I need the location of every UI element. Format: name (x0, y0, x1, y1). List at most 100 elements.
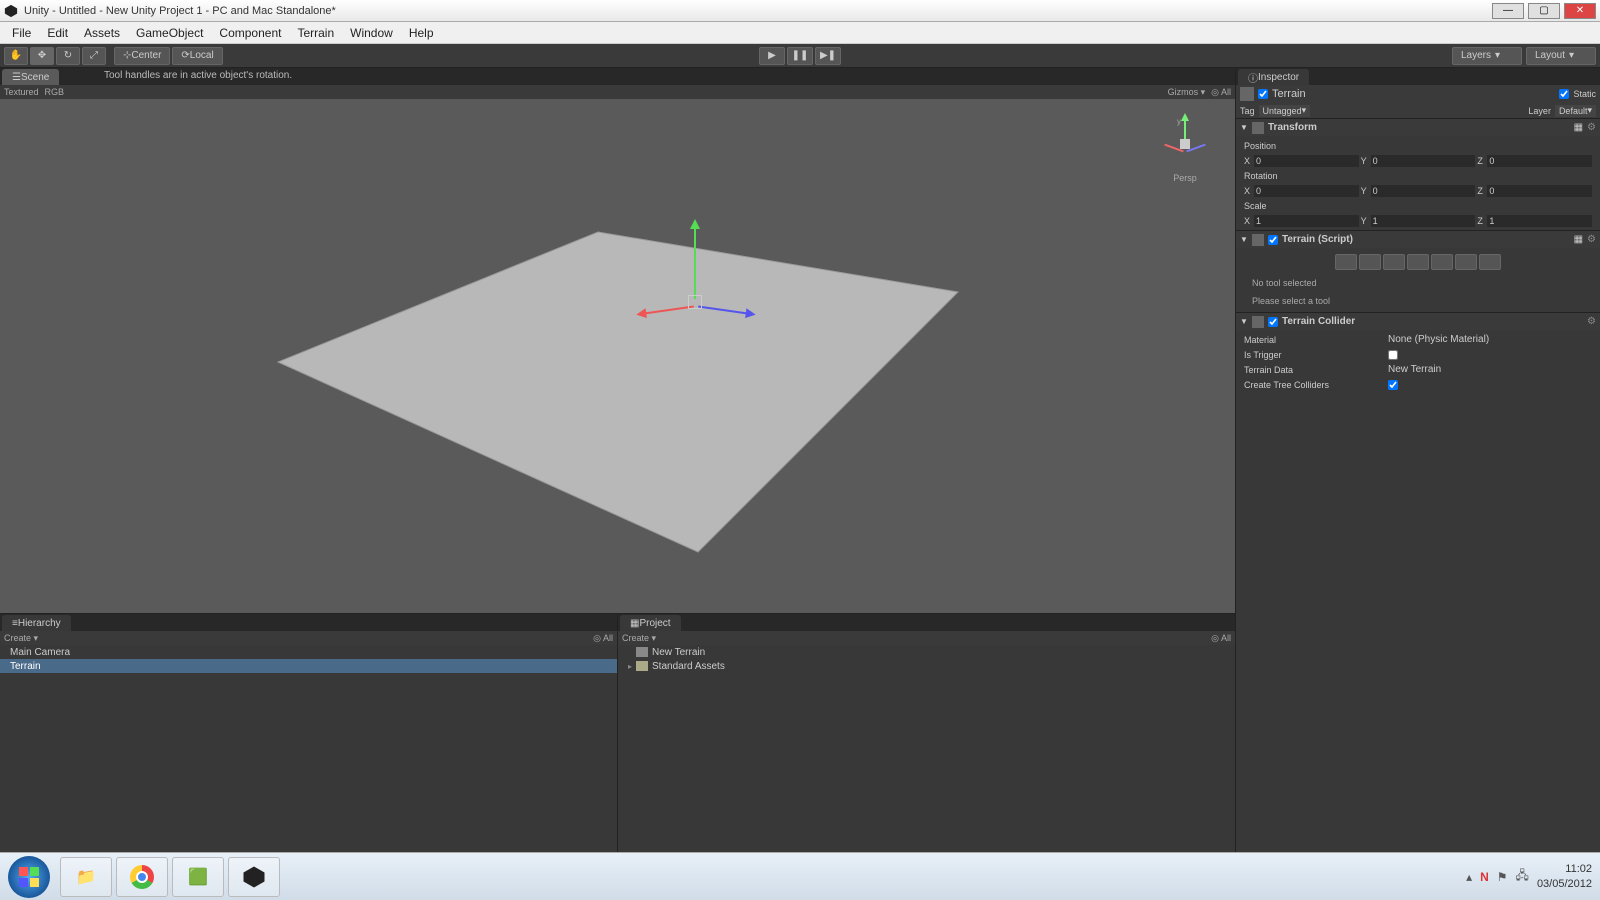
scale-label: Scale (1244, 201, 1324, 211)
scale-x[interactable]: 1 (1254, 215, 1359, 227)
menu-component[interactable]: Component (211, 26, 289, 40)
minimize-button[interactable]: — (1492, 3, 1524, 19)
position-label: Position (1244, 141, 1324, 151)
position-x[interactable]: 0 (1254, 155, 1359, 167)
project-search[interactable]: ◎ All (1211, 633, 1231, 644)
scale-z[interactable]: 1 (1487, 215, 1592, 227)
projection-label[interactable]: Persp (1173, 173, 1197, 183)
scale-tool[interactable]: ⤢ (82, 47, 106, 65)
taskbar-unity[interactable] (228, 857, 280, 897)
taskbar-chrome[interactable] (116, 857, 168, 897)
tray-flag-icon[interactable]: ⚑ (1497, 870, 1508, 884)
position-y[interactable]: 0 (1371, 155, 1476, 167)
create-tree-colliders-label: Create Tree Colliders (1244, 380, 1384, 390)
step-button[interactable]: ▶❚ (815, 47, 841, 65)
rotation-x[interactable]: 0 (1254, 185, 1359, 197)
pivot-local-toggle[interactable]: ⟳ Local (172, 47, 222, 65)
project-create[interactable]: Create ▾ (622, 633, 656, 644)
terrain-smooth-tool[interactable] (1383, 254, 1405, 270)
terrain-collider-icon (1252, 316, 1264, 328)
rotation-y[interactable]: 0 (1371, 185, 1476, 197)
transform-header[interactable]: ▼ Transform ▦ ⚙ (1236, 119, 1600, 136)
hierarchy-create[interactable]: Create ▾ (4, 633, 38, 644)
close-button[interactable]: ✕ (1564, 3, 1596, 19)
no-tool-label: No tool selected (1244, 274, 1592, 292)
layers-dropdown[interactable]: Layers ▾ (1452, 47, 1522, 65)
transform-component: ▼ Transform ▦ ⚙ Position X0 Y0 Z0 (1236, 118, 1600, 230)
gizmo-center[interactable] (688, 295, 702, 309)
terrain-paint-texture-tool[interactable] (1407, 254, 1429, 270)
menu-assets[interactable]: Assets (76, 26, 128, 40)
tray-network-icon[interactable]: 🖧 (1516, 866, 1529, 887)
scene-viewport[interactable]: y Persp (0, 99, 1235, 613)
play-button[interactable]: ▶ (759, 47, 785, 65)
terrain-trees-tool[interactable] (1431, 254, 1453, 270)
gizmos-dropdown[interactable]: Gizmos ▾ (1168, 87, 1206, 98)
scene-tab[interactable]: ☰ Scene (2, 69, 59, 85)
component-menu-icon[interactable]: ⚙ (1587, 316, 1596, 327)
hierarchy-item-terrain[interactable]: Terrain (0, 659, 617, 673)
gameobject-icon (1240, 87, 1254, 101)
project-item-new-terrain[interactable]: New Terrain (618, 645, 1235, 659)
hierarchy-tab[interactable]: ≡ Hierarchy (2, 615, 71, 631)
taskbar-explorer[interactable]: 📁 (60, 857, 112, 897)
scale-y[interactable]: 1 (1371, 215, 1476, 227)
terrain-paint-height-tool[interactable] (1359, 254, 1381, 270)
menu-gameobject[interactable]: GameObject (128, 26, 211, 40)
terrain-raise-tool[interactable] (1335, 254, 1357, 270)
terrain-details-tool[interactable] (1455, 254, 1477, 270)
tray-expand-icon[interactable]: ▴ (1466, 870, 1472, 884)
layer-dropdown[interactable]: Default ▾ (1555, 105, 1596, 117)
tooltip-hint: Tool handles are in active object's rota… (104, 70, 292, 81)
viewport-orientation-gizmo[interactable]: y Persp (1155, 119, 1215, 199)
terrain-collider-enabled[interactable] (1268, 317, 1278, 327)
move-tool[interactable]: ✥ (30, 47, 54, 65)
rotate-tool[interactable]: ↻ (56, 47, 80, 65)
is-trigger-checkbox[interactable] (1388, 350, 1398, 360)
hierarchy-search[interactable]: ◎ All (593, 633, 613, 644)
component-menu-icon[interactable]: ⚙ (1587, 234, 1596, 245)
hierarchy-item-main-camera[interactable]: Main Camera (0, 645, 617, 659)
menu-help[interactable]: Help (401, 26, 442, 40)
start-button[interactable] (8, 856, 50, 898)
terrain-data-value[interactable]: New Terrain (1388, 364, 1592, 375)
taskbar-app[interactable]: 🟩 (172, 857, 224, 897)
component-help-icon[interactable]: ▦ (1574, 234, 1583, 245)
terrain-settings-tool[interactable] (1479, 254, 1501, 270)
pause-button[interactable]: ❚❚ (787, 47, 813, 65)
menu-terrain[interactable]: Terrain (289, 26, 342, 40)
component-menu-icon[interactable]: ⚙ (1587, 122, 1596, 133)
terrain-collider-header[interactable]: ▼ Terrain Collider ⚙ (1236, 313, 1600, 330)
menu-window[interactable]: Window (342, 26, 401, 40)
static-checkbox[interactable] (1559, 89, 1569, 99)
project-tab[interactable]: ▦ Project (620, 615, 681, 631)
terrain-script-enabled[interactable] (1268, 235, 1278, 245)
system-clock[interactable]: 11:02 03/05/2012 (1537, 862, 1592, 891)
menu-file[interactable]: File (4, 26, 39, 40)
layout-dropdown[interactable]: Layout ▾ (1526, 47, 1596, 65)
gameobject-name[interactable]: Terrain (1272, 88, 1555, 100)
terrain-script-component: ▼ Terrain (Script) ▦ ⚙ (1236, 230, 1600, 312)
please-select-label: Please select a tool (1244, 292, 1592, 310)
search-all[interactable]: ◎ All (1211, 87, 1231, 98)
gameobject-enabled-checkbox[interactable] (1258, 89, 1268, 99)
tray-n-icon[interactable]: N (1480, 870, 1489, 884)
inspector-tab[interactable]: ⓘ Inspector (1238, 69, 1309, 85)
menu-edit[interactable]: Edit (39, 26, 76, 40)
create-tree-colliders-checkbox[interactable] (1388, 380, 1398, 390)
terrain-mesh[interactable] (258, 212, 978, 572)
position-z[interactable]: 0 (1487, 155, 1592, 167)
window-titlebar: Unity - Untitled - New Unity Project 1 -… (0, 0, 1600, 22)
rotation-z[interactable]: 0 (1487, 185, 1592, 197)
hand-tool[interactable]: ✋ (4, 47, 28, 65)
shading-mode[interactable]: Textured (4, 87, 39, 97)
project-item-standard-assets[interactable]: ▸Standard Assets (618, 659, 1235, 673)
terrain-script-header[interactable]: ▼ Terrain (Script) ▦ ⚙ (1236, 231, 1600, 248)
tag-dropdown[interactable]: Untagged ▾ (1259, 105, 1311, 117)
pivot-center-toggle[interactable]: ⊹ Center (114, 47, 170, 65)
component-help-icon[interactable]: ▦ (1574, 122, 1583, 133)
gizmo-y-axis[interactable] (694, 229, 696, 299)
render-mode[interactable]: RGB (45, 87, 65, 97)
maximize-button[interactable]: ▢ (1528, 3, 1560, 19)
material-value[interactable]: None (Physic Material) (1388, 334, 1592, 345)
